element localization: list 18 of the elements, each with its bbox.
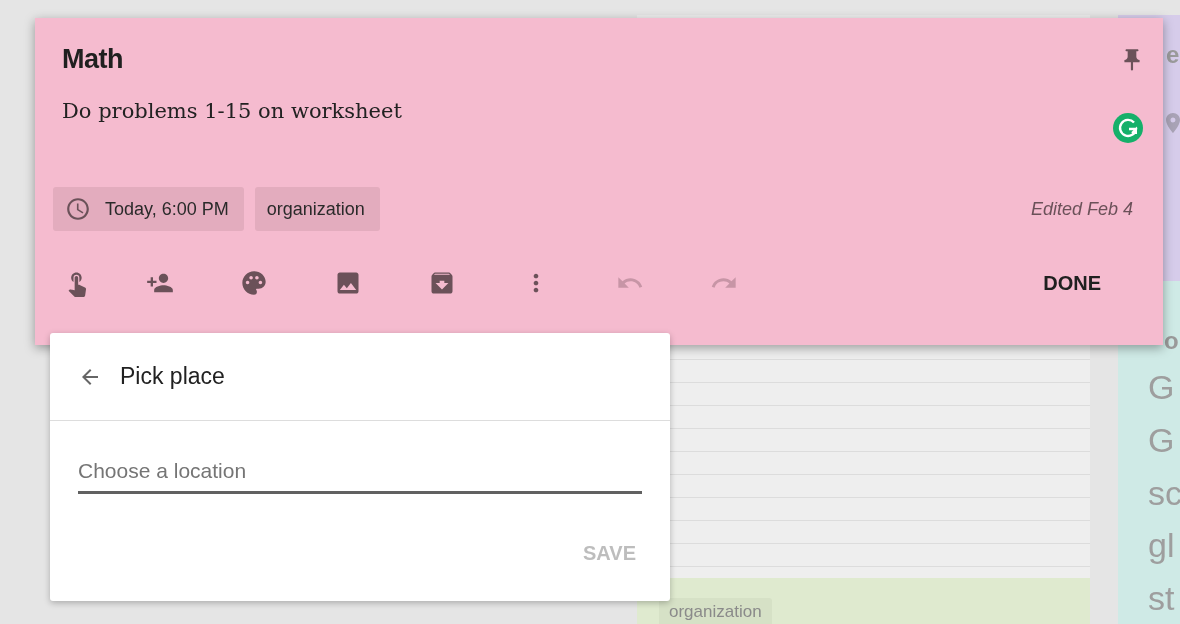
label-chip[interactable]: organization	[254, 187, 380, 231]
done-button[interactable]: DONE	[1035, 265, 1109, 301]
clock-icon	[65, 196, 91, 222]
note-text: G	[1148, 419, 1176, 461]
note-title: Math	[62, 44, 123, 75]
location-pin-icon	[1166, 113, 1180, 133]
panel-title: Pick place	[120, 363, 225, 390]
reminder-chip[interactable]: Today, 6:00 PM	[53, 187, 244, 231]
note-text: st	[1148, 578, 1176, 619]
location-input[interactable]: Choose a location	[78, 453, 642, 494]
note-text: G	[1148, 367, 1176, 408]
note-title: o	[1164, 327, 1180, 355]
note-body: Do problems 1-15 on worksheet	[62, 99, 402, 123]
note-text: gl	[1148, 525, 1176, 567]
label-chip: organization	[659, 598, 772, 624]
edited-date: Edited Feb 4	[1030, 198, 1133, 220]
note-title: e	[1166, 41, 1180, 69]
grammar-badge-icon	[1113, 113, 1143, 143]
